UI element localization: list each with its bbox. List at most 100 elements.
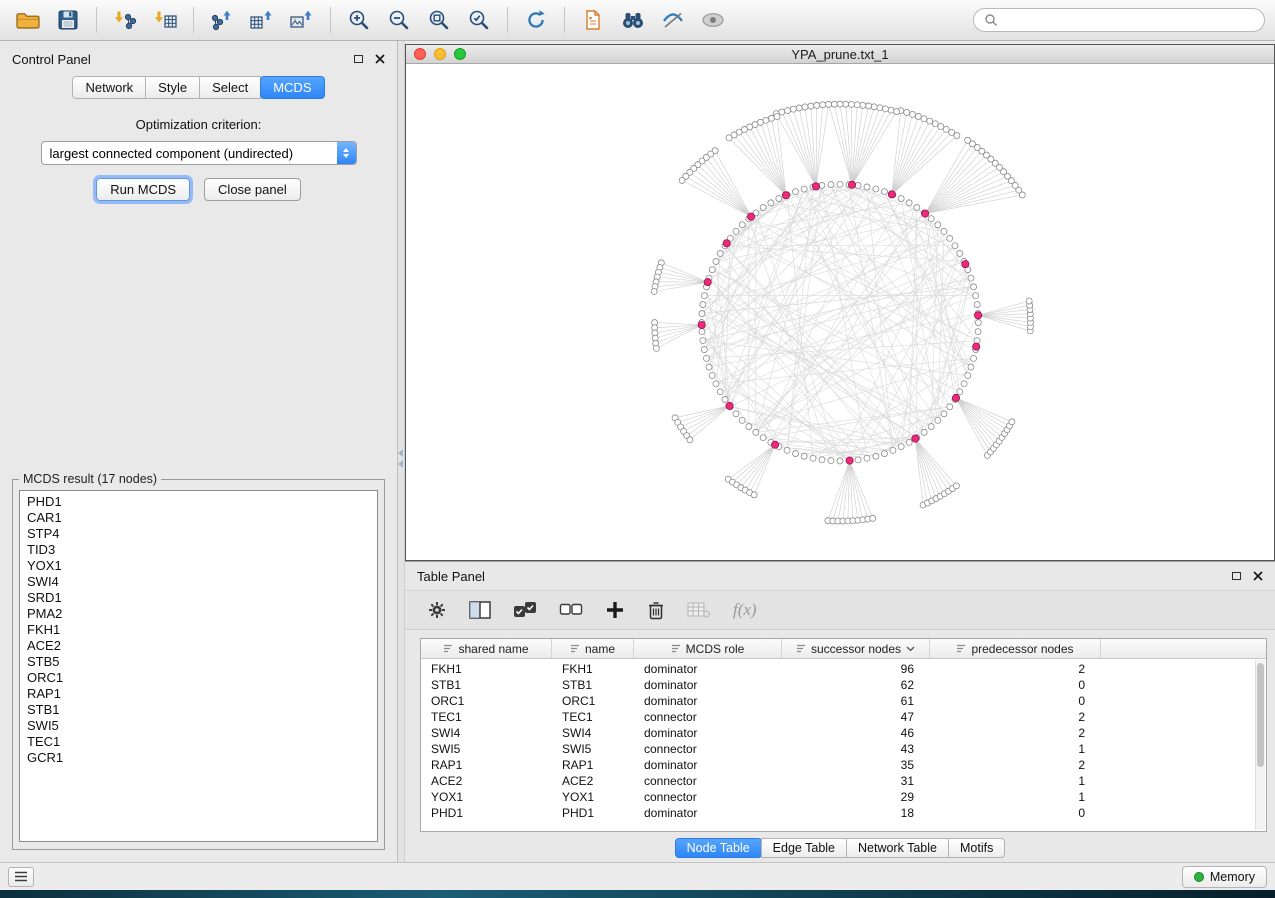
table-row[interactable]: PHD1PHD1dominator180 [421,805,1266,821]
table-settings-button[interactable] [427,600,447,620]
mcds-result-item[interactable]: ACE2 [27,638,370,654]
mcds-result-item[interactable]: PMA2 [27,606,370,622]
mcds-result-item[interactable]: SWI4 [27,574,370,590]
node-table-header: shared namenameMCDS rolesuccessor nodesp… [421,639,1266,659]
table-cell: 2 [930,758,1101,772]
import-table-button[interactable] [147,4,183,36]
mcds-result-item[interactable]: YOX1 [27,558,370,574]
mcds-result-item[interactable]: STB5 [27,654,370,670]
close-panel-button[interactable]: Close panel [204,178,301,201]
mcds-result-item[interactable]: SRD1 [27,590,370,606]
tab-network-table[interactable]: Network Table [846,838,949,858]
export-table-button[interactable] [244,4,280,36]
hide-details-icon [661,10,685,30]
mcds-result-item[interactable]: FKH1 [27,622,370,638]
mcds-result-item[interactable]: STP4 [27,526,370,542]
zoom-out-button[interactable] [381,4,417,36]
network-window-titlebar[interactable]: YPA_prune.txt_1 [406,45,1274,64]
table-row[interactable]: TEC1TEC1connector472 [421,709,1266,725]
select-all-button[interactable] [513,601,537,619]
mcds-result-item[interactable]: RAP1 [27,686,370,702]
zoom-in-button[interactable] [341,4,377,36]
column-header-name[interactable]: name [552,639,634,658]
deselect-all-button[interactable] [559,603,583,617]
float-panel-icon[interactable] [354,55,363,63]
mcds-result-item[interactable]: ORC1 [27,670,370,686]
search-field[interactable] [973,8,1265,32]
export-document-button[interactable] [575,4,611,36]
column-sort-icon [443,644,453,653]
show-panels-button[interactable] [8,867,34,887]
function-builder-button[interactable]: f(x) [733,600,757,620]
refresh-icon [524,8,548,32]
run-mcds-button[interactable]: Run MCDS [96,178,190,201]
table-row[interactable]: SWI4SWI4dominator462 [421,725,1266,741]
panel-splitter[interactable] [398,41,405,862]
table-cell: SWI5 [552,742,634,756]
table-row[interactable]: FKH1FKH1dominator962 [421,661,1266,677]
optimization-criterion-label: Optimization criterion: [136,117,262,132]
table-cell: 18 [782,806,930,820]
mcds-result-item[interactable]: CAR1 [27,510,370,526]
tab-network[interactable]: Network [72,76,146,99]
close-panel-icon[interactable] [375,54,385,64]
tab-motifs[interactable]: Motifs [948,838,1005,858]
export-network-button[interactable] [204,4,240,36]
table-row[interactable]: ORC1ORC1dominator610 [421,693,1266,709]
splitter-collapse-icon[interactable] [398,449,403,468]
float-panel-icon[interactable] [1232,572,1241,580]
memory-button[interactable]: Memory [1182,866,1267,888]
mcds-result-item[interactable]: TID3 [27,542,370,558]
close-panel-icon[interactable] [1253,571,1263,581]
table-scrollbar[interactable] [1255,660,1265,830]
column-header-mcds-role[interactable]: MCDS role [634,639,782,658]
zoom-selected-button[interactable] [461,4,497,36]
column-header-predecessor-nodes[interactable]: predecessor nodes [930,639,1101,658]
show-graphics-button[interactable] [695,4,731,36]
import-network-button[interactable] [107,4,143,36]
table-cell: STB1 [421,678,552,692]
column-header-successor-nodes[interactable]: successor nodes [782,639,930,658]
tab-node-table[interactable]: Node Table [675,838,762,858]
save-button[interactable] [50,4,86,36]
table-row[interactable]: RAP1RAP1dominator352 [421,757,1266,773]
search-input[interactable] [1004,13,1254,28]
column-header-shared-name[interactable]: shared name [421,639,552,658]
export-image-button[interactable] [284,4,320,36]
mcds-result-item[interactable]: GCR1 [27,750,370,766]
table-row[interactable]: YOX1YOX1connector291 [421,789,1266,805]
table-cell: SWI4 [421,726,552,740]
apply-layout-button[interactable] [518,4,554,36]
hide-graphics-details-button[interactable] [655,4,691,36]
add-column-button[interactable] [605,600,625,620]
tab-mcds[interactable]: MCDS [260,76,324,99]
table-cell: ORC1 [552,694,634,708]
table-row[interactable]: STB1STB1dominator620 [421,677,1266,693]
open-file-button[interactable] [10,4,46,36]
table-cell: 2 [930,726,1101,740]
zoom-fit-button[interactable] [421,4,457,36]
import-network-icon [112,9,138,31]
table-cell: dominator [634,806,782,820]
tab-select[interactable]: Select [199,76,261,99]
tab-style[interactable]: Style [145,76,200,99]
table-scrollbar-thumb[interactable] [1257,663,1264,767]
show-columns-button[interactable] [469,601,491,619]
mcds-result-item[interactable]: SWI5 [27,718,370,734]
optimization-criterion-select[interactable]: largest connected component (undirected) [41,141,357,165]
tab-edge-table[interactable]: Edge Table [761,838,847,858]
search-network-button[interactable] [615,4,651,36]
control-panel-tabs: NetworkStyleSelectMCDS [0,76,397,99]
delete-table-button-disabled[interactable] [687,601,711,619]
table-cell: dominator [634,726,782,740]
plus-icon [605,600,625,620]
network-canvas[interactable] [406,64,1274,560]
delete-column-button[interactable] [647,600,665,620]
mcds-result-item[interactable]: PHD1 [27,494,370,510]
fx-icon: f(x) [733,600,757,620]
table-row[interactable]: SWI5SWI5connector431 [421,741,1266,757]
mcds-result-item[interactable]: TEC1 [27,734,370,750]
table-row[interactable]: ACE2ACE2connector311 [421,773,1266,789]
mcds-result-list[interactable]: PHD1CAR1STP4TID3YOX1SWI4SRD1PMA2FKH1ACE2… [19,490,378,842]
mcds-result-item[interactable]: STB1 [27,702,370,718]
